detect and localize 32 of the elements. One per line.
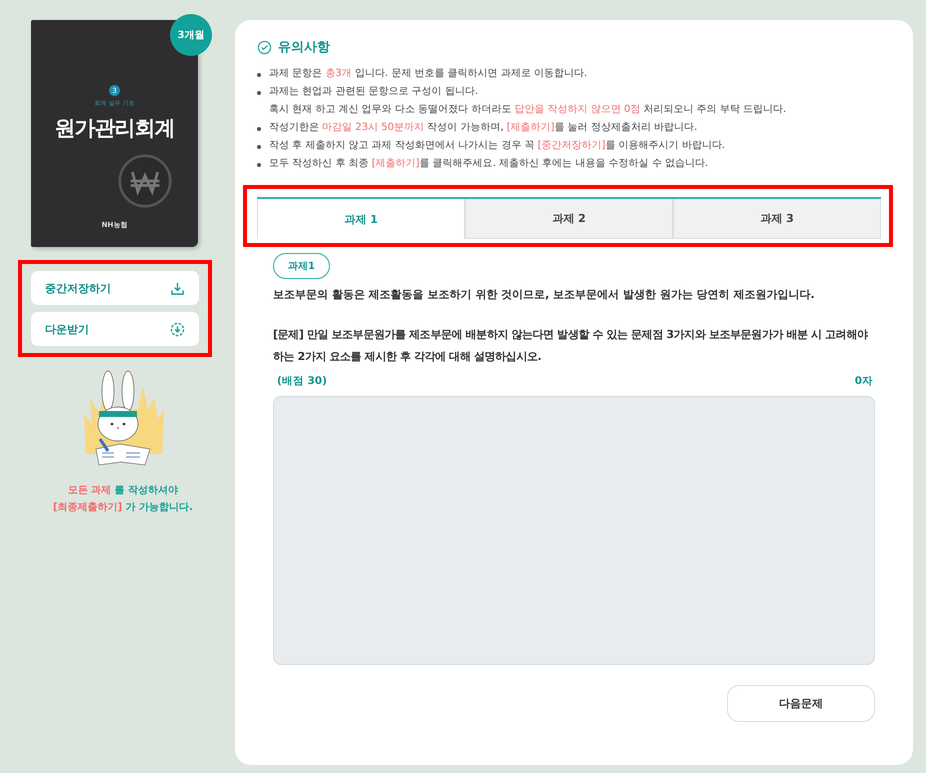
bullet-icon [257,73,261,77]
task-intro-text: 보조부문의 활동은 제조활동을 보조하기 위한 것이므로, 보조부문에서 발생한 원가는 당연히 제조원가입니다. [273,287,816,302]
notice-text: 작성기한은 마감일 23시 50분까지 작성이 가능하며, [제출하기]를 눌러 정상제출처리 바랍니다. [269,122,698,134]
task-tab[interactable]: 과제 2 [465,199,673,239]
character-count: 0자 [854,374,873,388]
bullet-icon [257,91,261,95]
question-text: [문제] 만일 보조부문원가를 제조부문에 배분하지 않는다면 발생할 수 있는 문제점 3가지와 보조부문원가가 배분 시 고려해야 하는 2가지 요소를 제시한 후 각각에 대해 설명하십시오. [273,327,869,365]
notice-text: 작성 후 제출하지 않고 과제 작성화면에서 나가시는 경우 꼭 [중간저장하기]를 이용해주시기 바랍니다. [269,140,725,152]
download-circle-icon [170,322,185,336]
submit-guide-text: [최종제출하기] 가 가능합니다. [52,501,194,514]
task-tab[interactable]: 과제 3 [673,199,881,239]
save-draft-button[interactable]: 중간저장하기 [31,271,199,305]
download-button[interactable]: 다운받기 [31,312,199,346]
book-title: 원가관리회계 [54,115,174,142]
notice-text: 과제 문항은 총3개 입니다. 문제 번호를 클릭하시면 과제로 이동합니다. [269,68,588,80]
notice-text: 모두 작성하신 후 최종 [제출하기]를 클릭해주세요. 제출하신 후에는 내용을 수정하실 수 없습니다. [269,158,708,170]
bullet-icon [257,163,261,167]
score-label: (배점 30) [277,374,327,388]
notice-text: 혹시 현재 하고 계신 업무와 다소 동떨어졌다 하더라도 답안을 작성하지 않으면 0점 처리되오니 주의 부탁 드립니다. [269,104,786,116]
next-question-button[interactable]: 다음문제 [727,685,875,722]
task-tag: 과제1 [273,253,330,279]
notice-text: 과제는 현업과 관련된 문항으로 구성이 됩니다. [269,86,480,98]
duration-badge: 3개월 [170,14,212,56]
bullet-icon [257,145,261,149]
submit-guide-text: 모든 과제 를 작성하셔야 [66,484,180,497]
notice-title: 유의사항 [278,39,330,56]
answer-field[interactable] [273,396,875,665]
download-tray-icon [170,280,185,296]
coin-icon [118,154,172,208]
task-tab[interactable]: 과제 1 [257,199,465,239]
check-badge-icon [257,40,272,54]
bullet-icon [257,127,261,131]
